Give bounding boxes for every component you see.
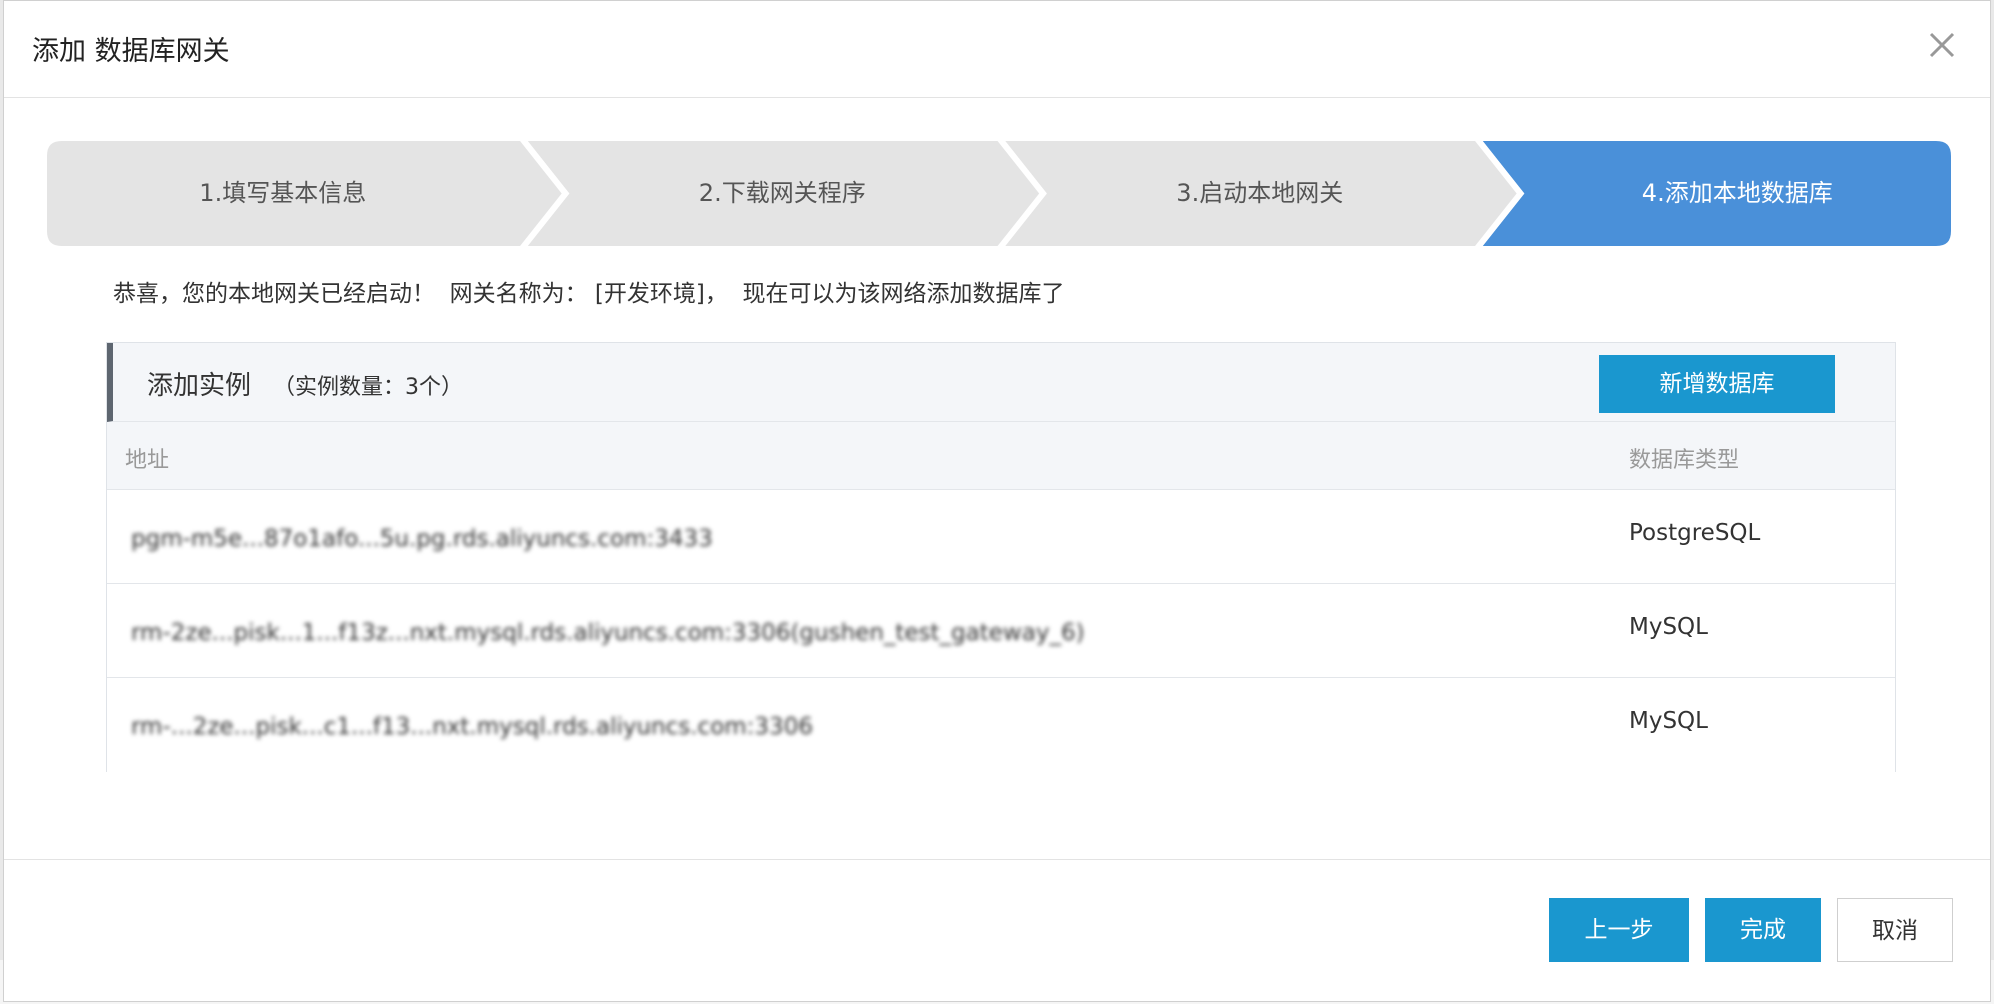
row-address: pgm-m5e...87o1afo...5u.pg.rds.aliyuncs.c… xyxy=(131,526,713,552)
column-header-address: 地址 xyxy=(125,448,170,473)
column-header-type: 数据库类型 xyxy=(1629,448,1740,473)
finish-button[interactable]: 完成 xyxy=(1705,898,1821,962)
row-db-type: MySQL xyxy=(1629,614,1708,640)
table-header: 地址 数据库类型 xyxy=(107,422,1895,490)
previous-step-button[interactable]: 上一步 xyxy=(1549,898,1689,962)
step-2-label: 2.下载网关程序 xyxy=(698,179,866,207)
instance-count: （实例数量：3个） xyxy=(273,375,463,400)
panel-title: 添加实例 xyxy=(147,371,252,401)
dialog-header: 添加 数据库网关 xyxy=(4,1,1990,98)
row-address: rm-2ze...pisk...1...f13z...nxt.mysql.rds… xyxy=(131,620,1085,646)
row-db-type: MySQL xyxy=(1629,708,1708,734)
table-row: rm-2ze...pisk...1...f13z...nxt.mysql.rds… xyxy=(107,584,1895,678)
dialog-footer: 上一步 完成 取消 xyxy=(4,859,1990,1004)
table-row: rm-...2ze...pisk...c1...f13...nxt.mysql.… xyxy=(107,678,1895,772)
add-database-gateway-dialog: 添加 数据库网关 1.填写基本信息 2.下载网关程序 3.启动本地网关 4.添加… xyxy=(3,0,1991,1002)
dialog-title: 添加 数据库网关 xyxy=(32,36,230,67)
step-3-label: 3.启动本地网关 xyxy=(1176,179,1344,207)
step-1-label: 1.填写基本信息 xyxy=(199,179,367,207)
row-address: rm-...2ze...pisk...c1...f13...nxt.mysql.… xyxy=(131,714,813,740)
success-message: 恭喜，您的本地网关已经启动！ 网关名称为： [开发环境]， 现在可以为该网络添加… xyxy=(113,281,1065,307)
cancel-button[interactable]: 取消 xyxy=(1837,898,1953,962)
progress-stepper: 1.填写基本信息 2.下载网关程序 3.启动本地网关 4.添加本地数据库 xyxy=(44,138,1954,249)
row-db-type: PostgreSQL xyxy=(1629,520,1761,546)
panel-header: 添加实例 （实例数量：3个） 新增数据库 xyxy=(107,343,1895,422)
instance-panel: 添加实例 （实例数量：3个） 新增数据库 地址 数据库类型 pgm-m5e...… xyxy=(106,342,1896,772)
close-icon[interactable] xyxy=(1920,23,1964,67)
table-row: pgm-m5e...87o1afo...5u.pg.rds.aliyuncs.c… xyxy=(107,490,1895,584)
add-database-button[interactable]: 新增数据库 xyxy=(1599,355,1835,413)
step-4-label: 4.添加本地数据库 xyxy=(1641,179,1833,207)
